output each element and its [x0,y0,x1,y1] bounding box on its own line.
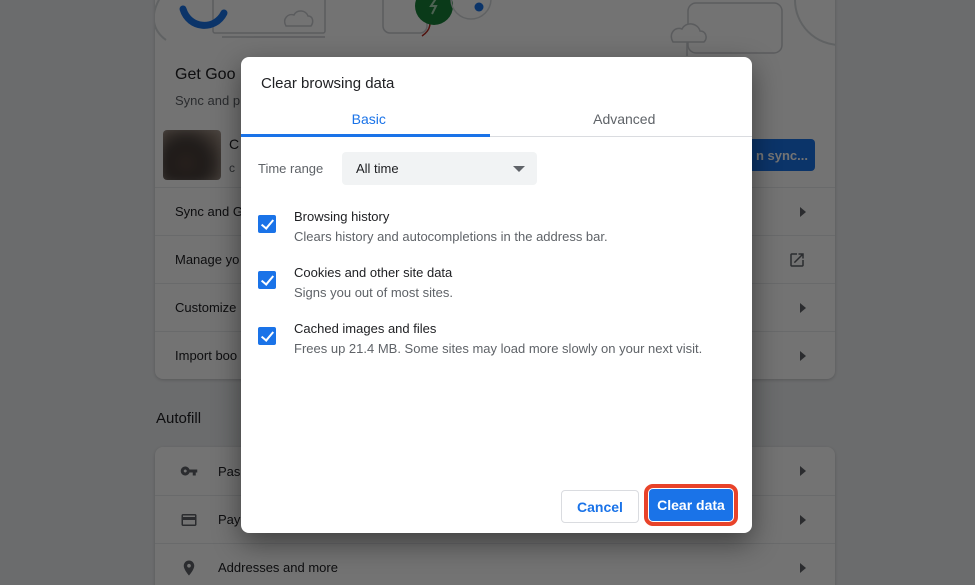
checkbox-label: Cookies and other site data [294,263,732,283]
dropdown-caret-icon [513,166,525,172]
browsing-history-checkbox[interactable] [258,215,276,233]
dialog-title: Clear browsing data [261,75,394,92]
checkbox-row-cookies: Cookies and other site data Signs you ou… [258,263,732,309]
chrome-settings-screen: Get Goo Sync and p C c n sync... Sync an… [0,0,975,585]
active-tab-underline [241,134,490,137]
checkbox-label: Browsing history [294,207,732,227]
checkbox-row-browsing-history: Browsing history Clears history and auto… [258,207,732,253]
checkbox-description: Frees up 21.4 MB. Some sites may load mo… [294,339,732,359]
clear-browsing-data-dialog: Clear browsing data Basic Advanced Time … [241,57,752,533]
tab-basic[interactable]: Basic [241,102,497,136]
time-range-value: All time [356,152,399,185]
time-range-label: Time range [258,152,323,185]
dialog-tabs: Basic Advanced [241,102,752,137]
time-range-row: Time range All time [241,152,752,185]
time-range-select[interactable]: All time [342,152,537,185]
cached-images-checkbox[interactable] [258,327,276,345]
cookies-checkbox[interactable] [258,271,276,289]
tab-advanced[interactable]: Advanced [497,102,753,136]
checkbox-description: Signs you out of most sites. [294,283,732,303]
clear-data-button[interactable]: Clear data [649,489,733,521]
checkbox-description: Clears history and autocompletions in th… [294,227,732,247]
checkbox-row-cached-images: Cached images and files Frees up 21.4 MB… [258,319,732,365]
checkbox-label: Cached images and files [294,319,732,339]
cancel-button[interactable]: Cancel [561,490,639,523]
